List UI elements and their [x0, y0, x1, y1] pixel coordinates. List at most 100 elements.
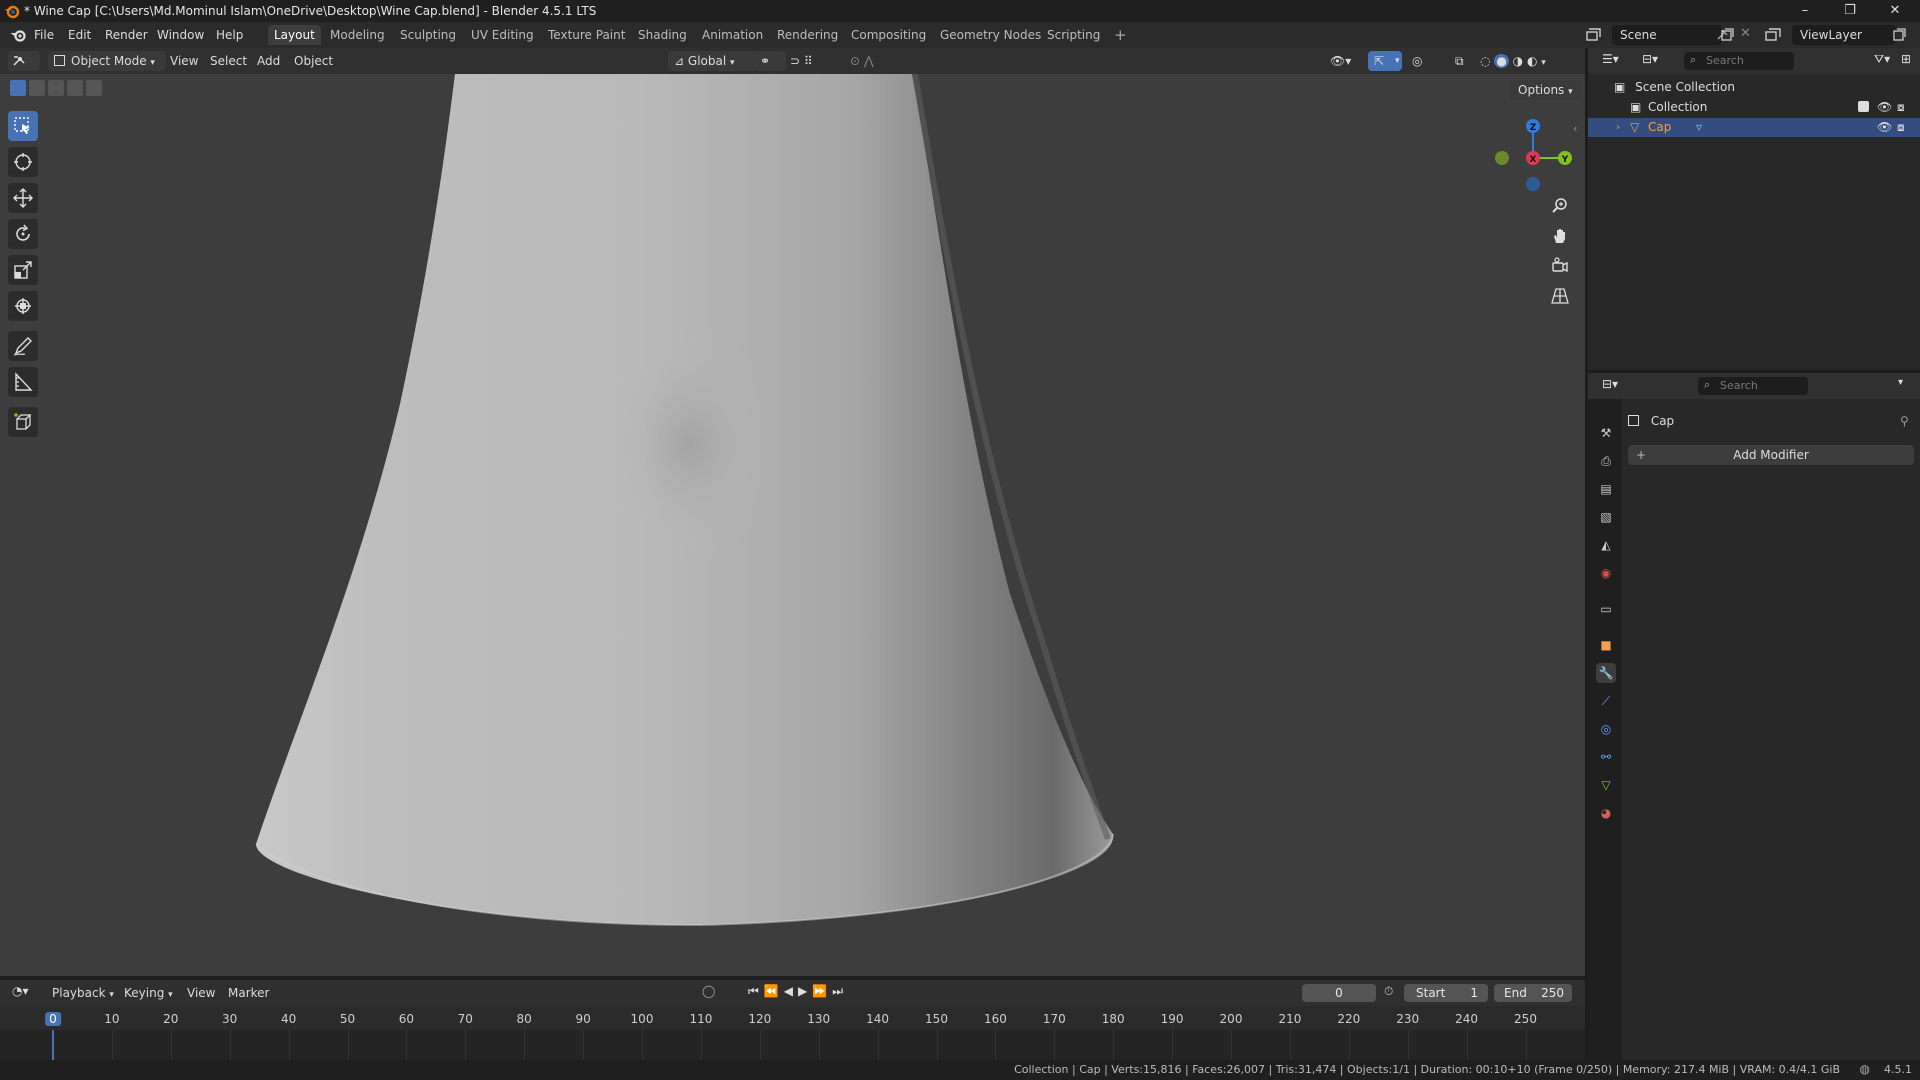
filter-icon[interactable]: ⛛▾: [1874, 52, 1890, 67]
pivot-point-button[interactable]: ⚭: [754, 51, 786, 71]
zoom-button[interactable]: [1548, 194, 1572, 218]
play-icon[interactable]: ▶: [798, 984, 812, 998]
tab-physics[interactable]: ◎: [1596, 719, 1616, 739]
new-collection-icon[interactable]: ⊞: [1901, 52, 1911, 66]
tab-geometry-nodes[interactable]: Geometry Nodes: [934, 25, 1047, 45]
tab-view-layer[interactable]: ▧: [1596, 507, 1616, 527]
start-frame-field[interactable]: Start 1: [1404, 984, 1488, 1002]
tab-world[interactable]: ◉: [1596, 563, 1616, 583]
tab-constraints[interactable]: ⚯: [1596, 747, 1616, 767]
timeline-area[interactable]: 0 10 20 30 40 50 60 70 80 90 100 110 120 130 140 150 160…: [0, 1006, 1585, 1060]
select-intersect-icon[interactable]: [86, 80, 102, 96]
select-invert-icon[interactable]: [67, 80, 83, 96]
tab-render[interactable]: ⎙: [1596, 451, 1616, 471]
play-reverse-icon[interactable]: ◀: [784, 984, 798, 998]
transform-orientation-selector[interactable]: ⊿ Global ▾: [668, 51, 756, 71]
auto-keying-icon[interactable]: ◯: [702, 984, 715, 998]
tab-scene[interactable]: ◭: [1596, 535, 1616, 555]
measure-tool[interactable]: [8, 367, 38, 397]
solid-shading-icon[interactable]: ●: [1494, 54, 1509, 68]
mesh-data-icon[interactable]: ▿: [1696, 118, 1702, 137]
rotate-tool[interactable]: [8, 219, 38, 249]
wine-cap-mesh[interactable]: [0, 74, 1585, 976]
material-shading-icon[interactable]: ◑: [1513, 54, 1523, 68]
jump-start-icon[interactable]: ⏮: [748, 984, 764, 998]
tab-texture-paint[interactable]: Texture Paint: [542, 25, 631, 45]
add-workspace-button[interactable]: +: [1108, 25, 1133, 45]
tab-modeling[interactable]: Modeling: [324, 25, 391, 45]
delete-scene-icon[interactable]: ✕: [1740, 26, 1751, 41]
preview-range-icon[interactable]: ⏱: [1384, 984, 1393, 999]
scale-tool[interactable]: [8, 255, 38, 285]
outliner-row-scene-collection[interactable]: ▣ Scene Collection: [1614, 78, 1735, 96]
select-subtract-icon[interactable]: [48, 80, 64, 96]
minimize-button[interactable]: –: [1790, 2, 1820, 20]
prev-keyframe-icon[interactable]: ⏪: [764, 984, 784, 998]
outliner-row-collection[interactable]: ▣ Collection 👁 ⧇: [1588, 98, 1920, 116]
pin-icon[interactable]: ⚲: [1900, 411, 1909, 431]
pan-button[interactable]: [1548, 224, 1572, 248]
properties-editor-icon[interactable]: ⊟▾: [1602, 377, 1618, 391]
menu-object[interactable]: Object: [294, 51, 333, 71]
tab-particles[interactable]: ⟋: [1596, 691, 1616, 711]
tab-tool[interactable]: ⚒: [1596, 423, 1616, 443]
new-scene-icon[interactable]: [1720, 28, 1734, 42]
current-frame-field[interactable]: 0: [1302, 984, 1376, 1002]
transform-tool[interactable]: [8, 291, 38, 321]
network-icon[interactable]: ◍: [1860, 1062, 1870, 1076]
options-button[interactable]: Options ▾: [1510, 80, 1581, 100]
menu-help[interactable]: Help: [216, 28, 243, 42]
rendered-shading-icon[interactable]: ◐: [1527, 54, 1537, 68]
3d-viewport[interactable]: Options ▾ ‹ Z X Y: [0, 74, 1585, 976]
tab-animation[interactable]: Animation: [696, 25, 769, 45]
menu-edit[interactable]: Edit: [68, 28, 91, 42]
tab-material[interactable]: ◕: [1596, 803, 1616, 823]
properties-search-input[interactable]: ⌕ Search: [1698, 377, 1808, 395]
tab-rendering[interactable]: Rendering: [771, 25, 844, 45]
close-window-button[interactable]: ✕: [1880, 2, 1910, 20]
select-extend-icon[interactable]: [29, 80, 45, 96]
maximize-button[interactable]: ❐: [1835, 2, 1865, 20]
menu-view[interactable]: View: [170, 51, 198, 71]
gizmo-neg-z[interactable]: [1526, 177, 1540, 191]
eye-icon[interactable]: 👁: [1877, 118, 1892, 137]
proportional-editing-button[interactable]: ⊙ ⋀: [850, 51, 890, 71]
exclude-checkbox[interactable]: [1858, 101, 1869, 112]
mode-selector[interactable]: Object Mode ▾: [48, 51, 166, 71]
shading-modes[interactable]: ◌ ● ◑ ◐ ▾: [1480, 51, 1564, 71]
new-view-layer-icon[interactable]: [1892, 28, 1906, 42]
end-frame-field[interactable]: End 250: [1494, 984, 1572, 1002]
select-new-icon[interactable]: [10, 80, 26, 96]
overlays-button[interactable]: ◎: [1412, 51, 1422, 71]
menu-add[interactable]: Add: [257, 51, 280, 71]
gizmo-neg-y[interactable]: [1495, 151, 1509, 165]
chevron-down-icon[interactable]: ▾: [1395, 51, 1400, 71]
move-tool[interactable]: [8, 183, 38, 213]
menu-window[interactable]: Window: [157, 28, 204, 42]
snapping-button[interactable]: ⊃ ⠿: [790, 51, 842, 71]
add-cube-tool[interactable]: [8, 407, 38, 437]
tab-scripting[interactable]: Scripting: [1041, 25, 1106, 45]
menu-timeline-view[interactable]: View: [187, 983, 215, 1003]
cursor-tool[interactable]: [8, 147, 38, 177]
outliner-editor-icon[interactable]: ☰▾: [1602, 52, 1619, 66]
menu-file[interactable]: File: [34, 28, 54, 42]
tab-collection[interactable]: ▭: [1596, 599, 1616, 619]
add-modifier-button[interactable]: + Add Modifier: [1628, 445, 1914, 465]
jump-end-icon[interactable]: ⏭: [832, 984, 848, 998]
tab-layout[interactable]: Layout: [268, 25, 321, 45]
menu-select[interactable]: Select: [210, 51, 247, 71]
camera-view-button[interactable]: [1548, 254, 1572, 278]
select-box-tool[interactable]: [8, 111, 38, 141]
wireframe-shading-icon[interactable]: ◌: [1480, 54, 1490, 68]
expand-arrow-icon[interactable]: ›: [1616, 118, 1620, 137]
tab-object[interactable]: ■: [1596, 635, 1616, 655]
outliner-search-input[interactable]: ⌕ Search: [1684, 52, 1794, 70]
timeline-editor-icon[interactable]: ◔▾: [12, 984, 29, 998]
menu-render[interactable]: Render: [105, 28, 148, 42]
next-keyframe-icon[interactable]: ⏩: [812, 984, 832, 998]
render-camera-icon[interactable]: ⧇: [1897, 118, 1905, 137]
tab-data[interactable]: ▽: [1596, 775, 1616, 795]
navigation-gizmo[interactable]: Z X Y: [1485, 108, 1575, 198]
menu-marker[interactable]: Marker: [228, 983, 269, 1003]
